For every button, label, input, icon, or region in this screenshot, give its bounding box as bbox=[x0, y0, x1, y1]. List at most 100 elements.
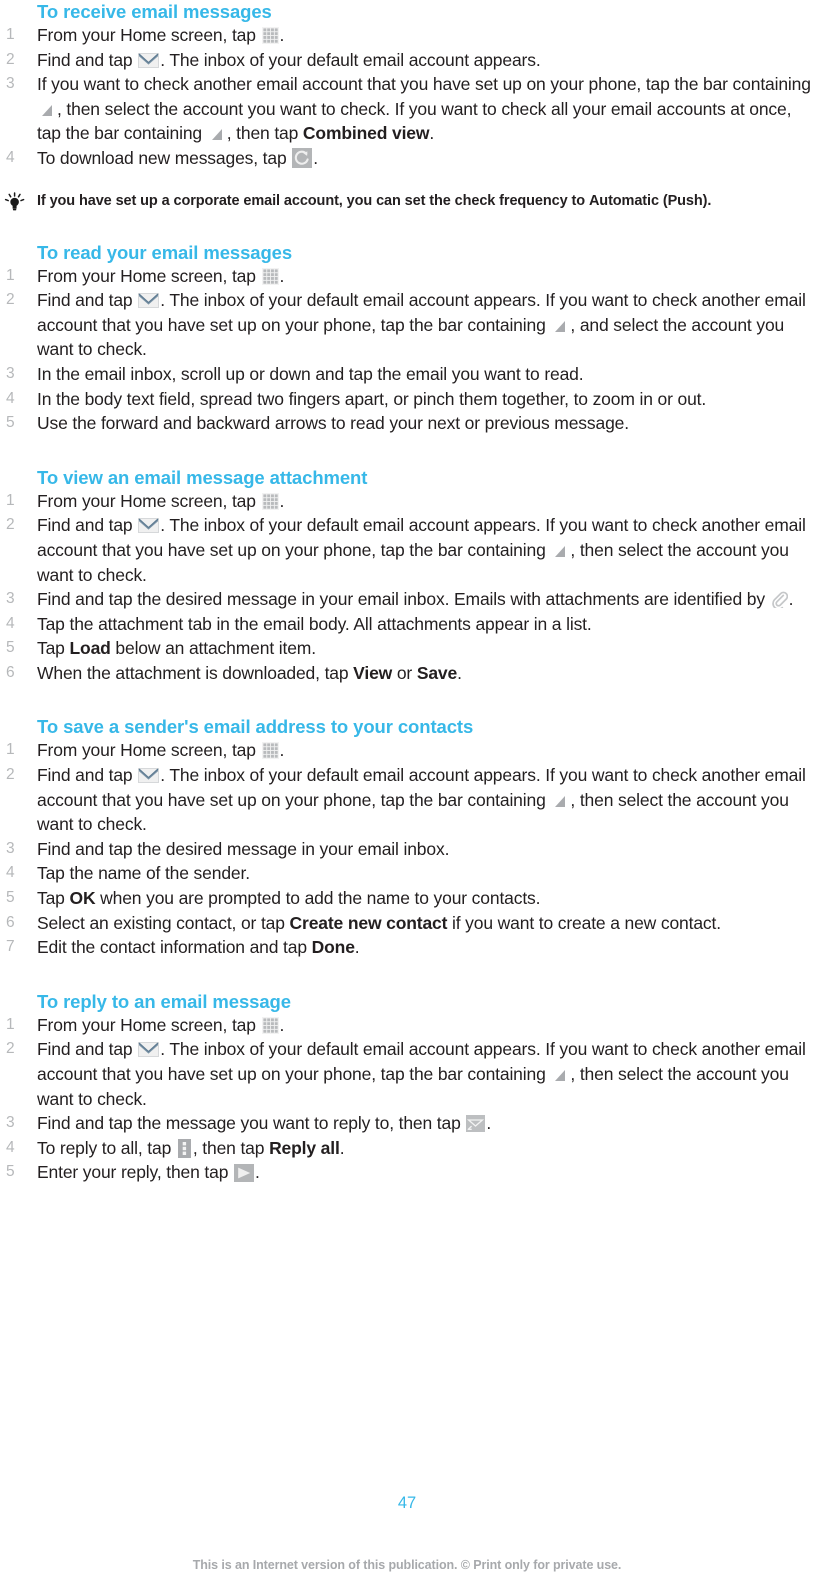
step-text: Find and tap . The inbox of your default… bbox=[37, 1039, 806, 1109]
lightbulb-icon bbox=[2, 191, 28, 212]
step-item: 3 Find and tap the desired message in you… bbox=[0, 837, 814, 862]
step-number: 5 bbox=[6, 1163, 15, 1181]
step-text: Find and tap . The inbox of your default… bbox=[37, 49, 541, 70]
section-heading-view-attachment: To view an email message attachment bbox=[37, 466, 368, 488]
step-text: In the email inbox, scroll up or down an… bbox=[37, 363, 584, 384]
step-number: 1 bbox=[6, 491, 15, 509]
step-item: 5 Tap Load below an attachment item. bbox=[0, 636, 814, 661]
step-text: In the body text field, spread two finge… bbox=[37, 388, 707, 409]
app-grid-icon bbox=[261, 267, 279, 285]
step-item: 4 To reply to all, tap , then tap Reply a… bbox=[0, 1136, 814, 1161]
step-item: 1 From your Home screen, tap . bbox=[0, 1013, 814, 1038]
tip-note: If you have set up a corporate email acc… bbox=[0, 191, 814, 211]
emphasis-text: Load bbox=[69, 638, 111, 659]
step-item: 2 Find and tap . The inbox of your defaul… bbox=[0, 288, 814, 362]
emphasis-text: OK bbox=[69, 888, 96, 909]
step-text: Tap the attachment tab in the email body… bbox=[37, 613, 592, 634]
emphasis-text: Automatic (Push) bbox=[588, 192, 708, 209]
step-number: 5 bbox=[6, 889, 15, 907]
step-text: From your Home screen, tap . bbox=[37, 25, 285, 45]
step-text: Find and tap the message you want to rep… bbox=[37, 1113, 492, 1134]
step-number: 3 bbox=[6, 590, 15, 608]
step-number: 2 bbox=[6, 766, 15, 784]
step-item: 5 Tap OK when you are prompted to add the… bbox=[0, 886, 814, 911]
step-list-read-email: 1 From your Home screen, tap . 2 Find and t… bbox=[0, 264, 814, 436]
step-item: 3 Find and tap the desired message in you… bbox=[0, 587, 814, 612]
step-text: Find and tap . The inbox of your default… bbox=[37, 290, 806, 360]
step-item: 1 From your Home screen, tap . bbox=[0, 738, 814, 763]
step-number: 5 bbox=[6, 414, 15, 432]
step-item: 7 Edit the contact information and tap Do… bbox=[0, 935, 814, 960]
envelope-icon bbox=[138, 293, 160, 309]
envelope-icon bbox=[138, 52, 160, 68]
step-item: 2 Find and tap . The inbox of your defaul… bbox=[0, 1037, 814, 1111]
step-item: 4 Tap the name of the sender. bbox=[0, 861, 814, 886]
envelope-icon bbox=[138, 518, 160, 534]
step-item: 4 In the body text field, spread two fing… bbox=[0, 387, 814, 412]
step-text: From your Home screen, tap . bbox=[37, 265, 285, 286]
page-content: To receive email messages 1 From your Hom… bbox=[0, 0, 814, 1185]
step-item: 5 Use the forward and backward arrows to … bbox=[0, 411, 814, 436]
app-grid-icon bbox=[261, 27, 279, 44]
envelope-icon bbox=[138, 768, 160, 784]
step-list-save-sender: 1 From your Home screen, tap . 2 Find and t… bbox=[0, 738, 814, 959]
app-grid-icon bbox=[261, 492, 279, 510]
step-number: 2 bbox=[6, 50, 15, 68]
step-item: 2 Find and tap . The inbox of your defaul… bbox=[0, 763, 814, 837]
step-item: 3 Find and tap the message you want to re… bbox=[0, 1111, 814, 1136]
step-text: From your Home screen, tap . bbox=[37, 490, 285, 511]
step-number: 4 bbox=[6, 1138, 15, 1156]
manual-page: To receive email messages 1 From your Hom… bbox=[0, 0, 814, 1590]
step-number: 5 bbox=[6, 639, 15, 657]
step-number: 1 bbox=[6, 26, 15, 43]
step-text: To reply to all, tap , then tap Reply al… bbox=[37, 1137, 345, 1158]
step-item: 1 From your Home screen, tap . bbox=[0, 23, 814, 48]
step-text: From your Home screen, tap . bbox=[37, 740, 285, 761]
app-grid-icon bbox=[261, 1016, 279, 1034]
emphasis-text: Save bbox=[416, 662, 458, 683]
step-item: 3 In the email inbox, scroll up or down a… bbox=[0, 362, 814, 387]
send-icon bbox=[234, 1164, 255, 1183]
step-number: 1 bbox=[6, 1015, 15, 1033]
step-number: 6 bbox=[6, 913, 15, 931]
step-text: Edit the contact information and tap Don… bbox=[37, 937, 360, 958]
app-grid-icon bbox=[261, 742, 279, 760]
step-item: 6 When the attachment is downloaded, tap … bbox=[0, 661, 814, 686]
paperclip-icon bbox=[771, 591, 788, 609]
triangle-icon bbox=[39, 102, 55, 118]
step-number: 2 bbox=[6, 516, 15, 534]
step-list-view-attachment: 1 From your Home screen, tap . 2 Find and t… bbox=[0, 489, 814, 686]
emphasis-text: Create new contact bbox=[289, 912, 448, 933]
envelope-icon bbox=[138, 1042, 160, 1058]
step-item: 4 To download new messages, tap . bbox=[0, 146, 814, 171]
triangle-icon bbox=[552, 318, 568, 334]
step-item: 4 Tap the attachment tab in the email bod… bbox=[0, 612, 814, 637]
step-text: Find and tap the desired message in your… bbox=[37, 589, 794, 610]
emphasis-text: View bbox=[353, 662, 393, 683]
triangle-icon bbox=[209, 126, 225, 142]
step-item: 3 If you want to check another email acco… bbox=[0, 72, 814, 146]
step-text: Find and tap . The inbox of your default… bbox=[37, 515, 806, 585]
step-text: To download new messages, tap . bbox=[37, 147, 318, 168]
step-number: 1 bbox=[6, 741, 15, 759]
step-list-reply-email: 1 From your Home screen, tap . 2 Find and t… bbox=[0, 1013, 814, 1185]
step-number: 3 bbox=[6, 1114, 15, 1132]
step-text: Find and tap the desired message in your… bbox=[37, 838, 450, 859]
section-heading-reply-email: To reply to an email message bbox=[37, 990, 291, 1012]
step-text: Tap the name of the sender. bbox=[37, 863, 250, 884]
step-number: 7 bbox=[6, 938, 15, 956]
triangle-icon bbox=[552, 1067, 568, 1083]
triangle-icon bbox=[552, 793, 568, 809]
section-heading-receive-email: To receive email messages bbox=[37, 1, 272, 22]
reply-icon bbox=[466, 1115, 486, 1133]
step-item: 2 Find and tap . The inbox of your defaul… bbox=[0, 513, 814, 587]
section-heading-read-email: To read your email messages bbox=[37, 241, 293, 263]
step-item: 1 From your Home screen, tap . bbox=[0, 489, 814, 514]
step-text: Find and tap . The inbox of your default… bbox=[37, 765, 806, 835]
step-text: If you want to check another email accou… bbox=[37, 74, 811, 144]
refresh-icon bbox=[292, 147, 313, 168]
step-item: 5 Enter your reply, then tap . bbox=[0, 1160, 814, 1185]
